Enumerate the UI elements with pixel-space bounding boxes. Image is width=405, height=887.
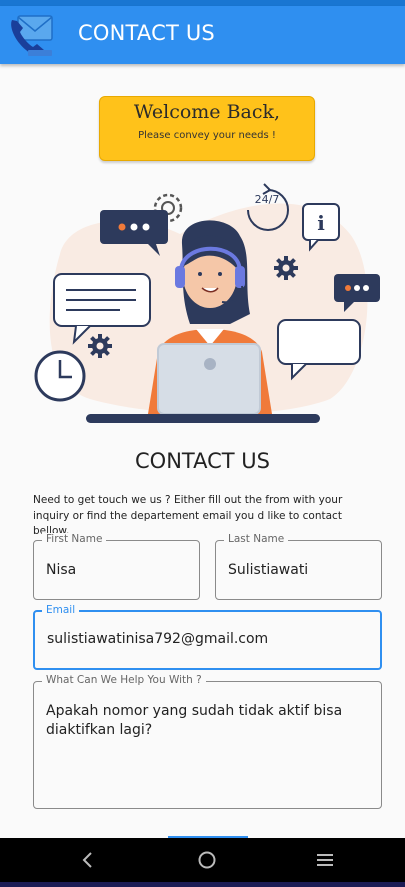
badge-247: 24/7 (255, 193, 280, 206)
last-name-label: Last Name (224, 533, 289, 545)
back-icon (82, 852, 92, 868)
system-nav-bar (0, 838, 405, 882)
welcome-subtitle: Please convey your needs ! (138, 130, 276, 141)
app-bar: CONTACT US (0, 6, 405, 64)
main-content[interactable]: Welcome Back, Please convey your needs !… (0, 64, 405, 838)
info-glyph: i (317, 211, 325, 235)
message-field[interactable]: What Can We Help You With ? Apakah nomor… (33, 674, 382, 809)
first-name-field[interactable]: First Name Nisa (33, 533, 200, 600)
bottom-edge (0, 882, 405, 887)
message-value[interactable]: Apakah nomor yang sudah tidak aktif bisa… (46, 702, 369, 740)
recents-button[interactable] (295, 844, 355, 876)
welcome-banner: Welcome Back, Please convey your needs ! (99, 96, 315, 161)
phone-envelope-icon (11, 15, 53, 56)
message-label: What Can We Help You With ? (42, 674, 206, 686)
gear-icon (274, 256, 298, 280)
page-title: CONTACT US (78, 21, 215, 45)
first-name-value[interactable]: Nisa (46, 562, 76, 578)
home-button[interactable] (177, 844, 237, 876)
email-field[interactable]: Email sulistiawatinisa792@gmail.com (33, 604, 382, 670)
first-name-label: First Name (42, 533, 107, 545)
email-value[interactable]: sulistiawatinisa792@gmail.com (47, 631, 268, 647)
customer-service-illustration: 24/7 i (34, 183, 380, 423)
gear-icon (88, 334, 112, 358)
menu-icon (317, 854, 333, 866)
last-name-value[interactable]: Sulistiawati (228, 562, 308, 578)
last-name-field[interactable]: Last Name Sulistiawati (215, 533, 382, 600)
contact-heading: CONTACT US (135, 449, 270, 473)
clock-icon (34, 350, 86, 402)
home-icon (198, 851, 216, 869)
welcome-title: Welcome Back, (133, 101, 281, 123)
email-label: Email (42, 604, 80, 616)
laptop-icon (157, 343, 261, 415)
back-button[interactable] (58, 844, 118, 876)
